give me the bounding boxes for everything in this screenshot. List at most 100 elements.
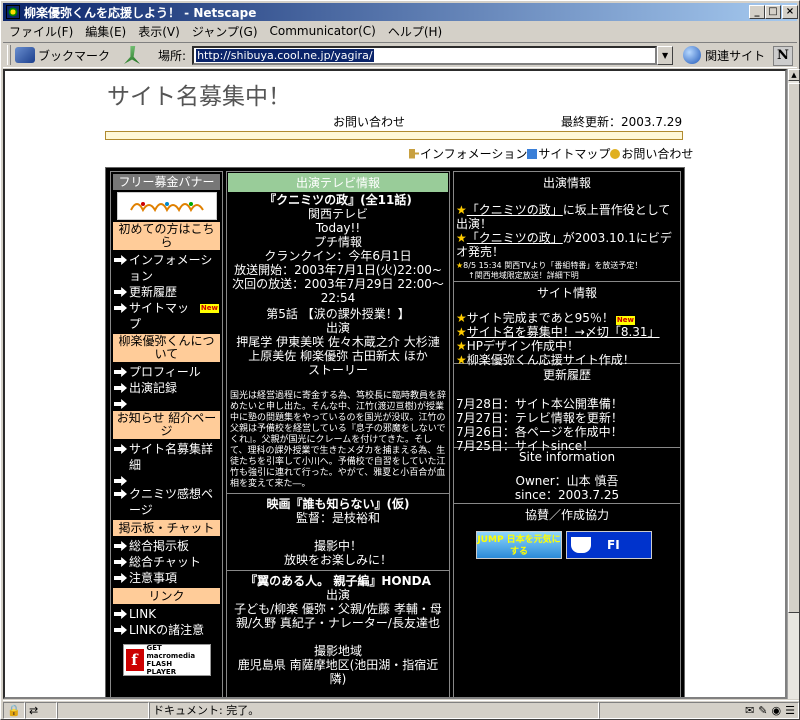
owner-text: Owner：山本 慎吾 <box>515 474 619 488</box>
nav-information[interactable]: インフォメーション <box>420 145 527 162</box>
site-name-link[interactable]: サイト名を募集中！→〆切「8.31」 <box>467 325 660 339</box>
menu-edit[interactable]: 編集(E) <box>79 23 132 40</box>
jump-banner[interactable]: JUMP 日本を元気にする <box>476 531 562 559</box>
security-lock-icon[interactable]: 🔒 <box>3 701 25 719</box>
menu-item-empty-1[interactable] <box>111 396 222 409</box>
menu-help[interactable]: ヘルプ(H) <box>382 23 448 40</box>
show1-line: 出演 <box>325 321 350 335</box>
toolbar-grip[interactable] <box>7 45 11 65</box>
discussion-icon[interactable]: ☰ <box>785 704 795 717</box>
show-kunimitsu-title: 『クニミツの政』(全11話) <box>264 193 412 207</box>
menu-item-chat[interactable]: 総合チャット <box>111 554 222 570</box>
donation-banner[interactable] <box>116 192 217 220</box>
location-toolbar: ブックマーク 場所: http://shibuya.cool.ne.jp/yag… <box>3 42 797 68</box>
location-pin-icon[interactable] <box>124 46 141 64</box>
menu-view[interactable]: 表示(V) <box>132 23 186 40</box>
update-history-heading: 更新履歴 <box>542 368 591 382</box>
title-bar[interactable]: 柳楽優弥くんを応援しよう！ - Netscape _ □ × <box>3 3 798 21</box>
url-dropdown-button[interactable]: ▼ <box>657 45 674 65</box>
site-info-column: 出演情報 ★「クニミツの政」に坂上晋作役として出演！ ★「クニミツの政」が200… <box>453 171 681 697</box>
related-sites-button[interactable]: 関連サイト <box>705 47 765 64</box>
show3-line <box>227 630 449 644</box>
menu-item-appearances[interactable]: 出演記録 <box>111 380 222 396</box>
site-information-section: Site information Owner：山本 慎吾 since：2003.… <box>454 448 680 504</box>
close-button[interactable]: × <box>782 5 798 19</box>
scroll-thumb[interactable] <box>788 83 800 613</box>
menu-item-kunimitsu-review[interactable]: クニミツ感想ページ <box>111 486 222 518</box>
menu-go[interactable]: ジャンプ(G) <box>186 23 264 40</box>
fi-banner[interactable]: FI <box>566 531 652 559</box>
show1-cast: 押尾学 伊東美咲 佐々木蔵之介 大杉漣 上原美佐 柳楽優弥 古田新太 ほか <box>236 335 440 363</box>
bookmarks-icon[interactable] <box>15 47 35 63</box>
arrow-icon <box>114 541 127 551</box>
menu-item-link[interactable]: LINK <box>111 606 222 622</box>
netscape-logo: N <box>773 46 793 66</box>
last-updated: 最終更新：2003.7.29 <box>561 115 683 129</box>
menu-file[interactable]: ファイル(F) <box>3 23 79 40</box>
get-flash-player-button[interactable]: f GET macromedia FLASH PLAYER <box>122 644 211 676</box>
new-badge: New <box>199 304 219 313</box>
arrow-icon <box>114 255 127 265</box>
menu-item-bbs[interactable]: 総合掲示板 <box>111 538 222 554</box>
kunimitsu-link[interactable]: 「クニミツの政」 <box>467 231 563 245</box>
contact-link-top[interactable]: お問い合わせ <box>333 113 405 130</box>
menu-item-profile[interactable]: プロフィール <box>111 364 222 380</box>
menu-item-notes[interactable]: 注意事項 <box>111 570 222 586</box>
main-table: フリー募金バナー 初めての方はこちら インフォメーション 更新履歴 サイトマップ… <box>105 167 685 697</box>
arrow-icon <box>114 476 127 486</box>
menu-item-link-notes[interactable]: LINKの諸注意 <box>111 622 222 638</box>
related-sites-icon[interactable] <box>683 46 702 64</box>
navigator-icon[interactable]: ◉ <box>772 704 782 717</box>
show-honda-title: 『翼のある人。 親子編』HONDA <box>245 574 431 588</box>
arrow-icon <box>114 573 127 583</box>
vertical-scrollbar[interactable]: ▲ <box>787 69 800 699</box>
maximize-button[interactable]: □ <box>765 5 781 19</box>
nav-sitemap[interactable]: サイトマップ <box>538 145 610 162</box>
location-label: 場所: <box>158 48 187 63</box>
menu-item-empty-2[interactable] <box>111 473 222 486</box>
composer-icon[interactable]: ✎ <box>758 704 767 717</box>
kunimitsu-link[interactable]: 「クニミツの政」 <box>467 203 563 217</box>
appearance-small-note: ↑関西地域限定放送！詳細下明 <box>468 271 579 280</box>
arrow-icon <box>114 303 127 313</box>
sponsor-heading: 協賛／作成協力 <box>524 508 609 522</box>
history-item: 7月28日：サイト本公開準備！ <box>456 397 623 411</box>
page-viewport: サイト名募集中！ お問い合わせ 最終更新：2003.7.29 インフォメーション… <box>3 69 787 699</box>
flash-icon: f <box>125 649 144 671</box>
arrow-icon <box>114 367 127 377</box>
menu-communicator[interactable]: Communicator(C) <box>264 24 382 38</box>
star-icon: ★ <box>456 203 467 217</box>
arrow-icon <box>114 383 127 393</box>
site-info-heading: サイト情報 <box>536 286 597 300</box>
menu-item-site-name-details[interactable]: サイト名募集詳細 <box>111 441 222 473</box>
appearance-info-heading: 出演情報 <box>542 176 591 190</box>
star-icon: ★ <box>456 311 467 325</box>
connection-icon: ⇄ <box>25 701 57 719</box>
appearance-small-note: ★8/5 15:34 関西TVより「番組特番」を放送予定！ <box>456 261 643 270</box>
menu-item-information[interactable]: インフォメーション <box>111 252 222 284</box>
scroll-up-button[interactable]: ▲ <box>788 69 800 81</box>
menu-item-history[interactable]: 更新履歴 <box>111 284 222 300</box>
show1-story: 国光は経営過程に寄金する為、笃校長に臨時教員を辞めたいと申し出た。そんな中、江竹… <box>230 391 447 489</box>
show2-line <box>227 525 449 539</box>
show1-line: 関西テレビ <box>307 207 368 221</box>
appearance-info-section: 出演情報 ★「クニミツの政」に坂上晋作役として出演！ ★「クニミツの政」が200… <box>454 172 680 282</box>
component-bar: ✉ ✎ ◉ ☰ <box>599 701 799 719</box>
show3-line: 鹿児島県 南薩摩地区(池田湖・指宿近隣) <box>237 658 439 686</box>
minimize-button[interactable]: _ <box>749 5 765 19</box>
arrow-icon <box>114 399 127 409</box>
site-info-item: ★HPデザイン作成中！ <box>456 339 580 353</box>
show1-line: ストーリー <box>307 363 368 377</box>
arrow-icon <box>114 444 127 454</box>
sponsor-section: 協賛／作成協力 JUMP 日本を元気にする FI <box>454 504 680 559</box>
show2-line: 撮影中！ <box>313 539 362 553</box>
banner-heading: フリー募金バナー <box>113 174 220 190</box>
url-input[interactable]: http://shibuya.cool.ne.jp/yagira/ <box>192 45 658 65</box>
question-icon <box>610 148 621 159</box>
nav-contact[interactable]: お問い合わせ <box>621 145 693 162</box>
bookmarks-button[interactable]: ブックマーク <box>38 47 110 64</box>
menu-item-sitemap[interactable]: サイトマップ New <box>111 300 222 332</box>
show-movie-title: 映画『誰も知らない』(仮) <box>266 497 410 511</box>
section-heading-news: お知らせ 紹介ページ <box>113 411 220 439</box>
mail-icon[interactable]: ✉ <box>745 704 754 717</box>
